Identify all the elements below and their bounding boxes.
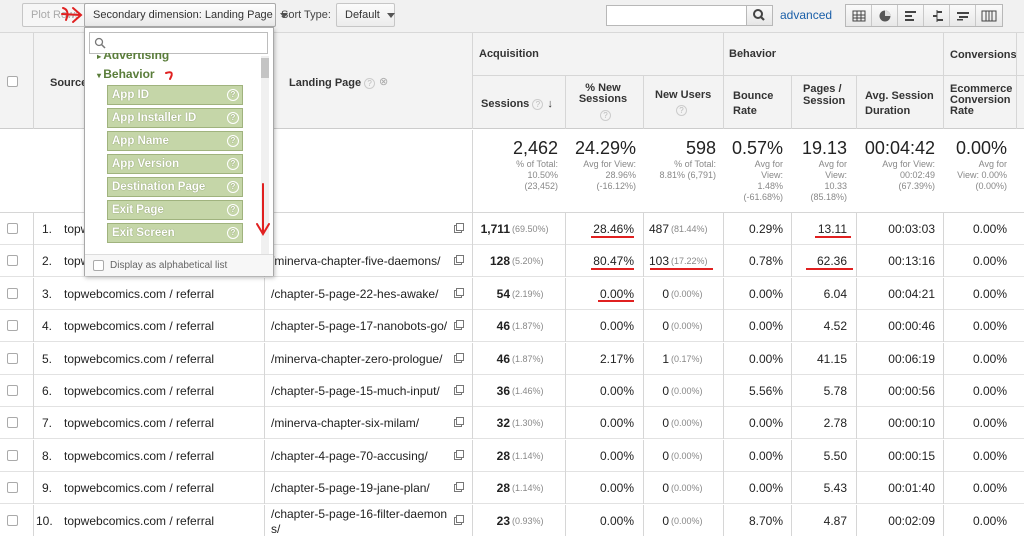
annotation-layer: [61, 7, 853, 302]
annotation-mark: [165, 71, 173, 80]
annotation-arrow: [61, 13, 81, 16]
